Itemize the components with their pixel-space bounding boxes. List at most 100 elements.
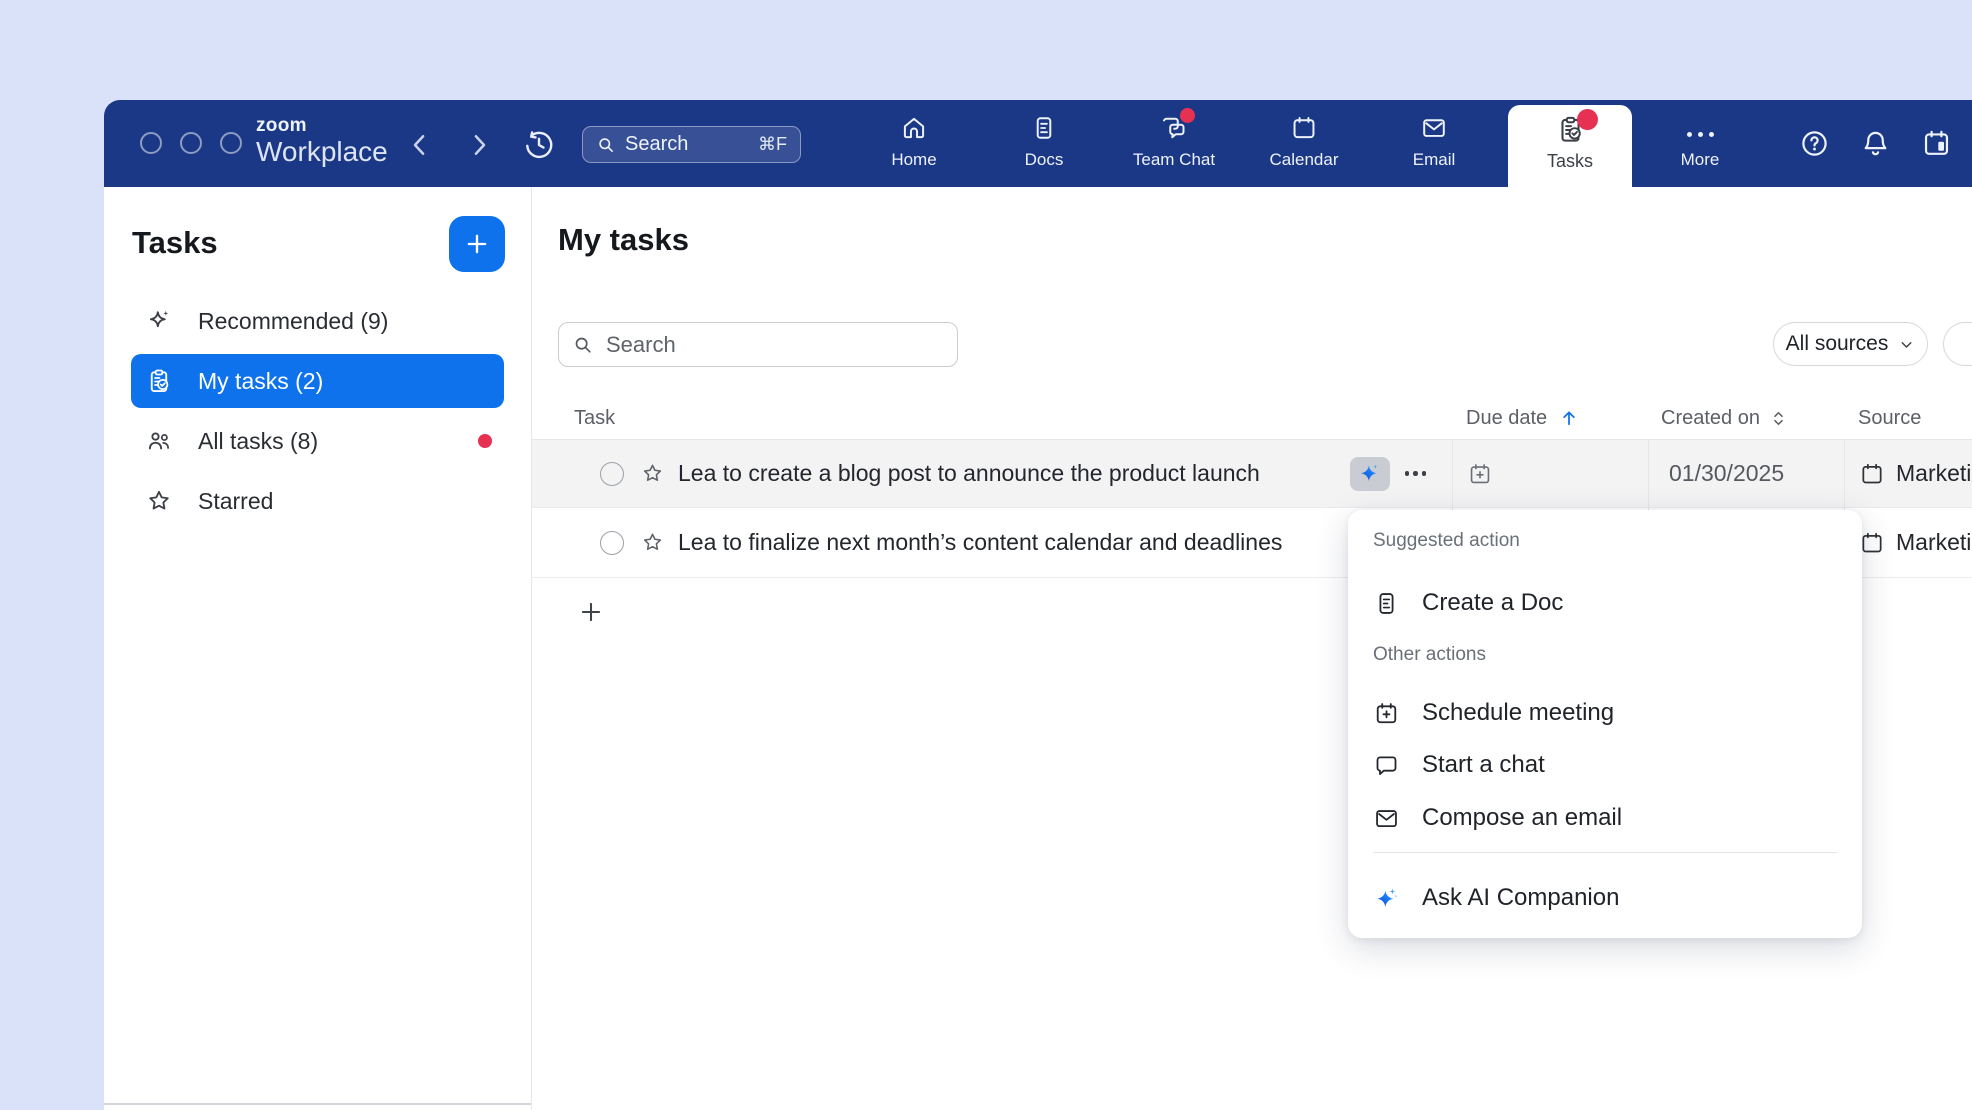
created-on-cell: 01/30/2025 [1648,440,1844,507]
ai-companion-button[interactable] [1350,457,1390,491]
menu-item-start-chat[interactable]: Start a chat [1348,742,1862,788]
ai-companion-icon [1357,461,1382,486]
top-bar: zoom Workplace Search ⌘F Home [104,100,1972,187]
sidebar-item-recommended[interactable]: Recommended (9) [131,294,504,348]
envelope-icon [1373,805,1400,832]
search-shortcut: ⌘F [758,134,787,155]
nav-docs-label: Docs [1025,150,1064,170]
column-header-due-date[interactable]: Due date [1452,397,1648,439]
tasks-badge [1577,109,1598,130]
menu-item-schedule-meeting[interactable]: Schedule meeting [1348,690,1862,736]
table-header: Task Due date Created on Source [532,397,1972,440]
window-control-minimize[interactable] [180,132,202,154]
window-controls[interactable] [140,132,242,154]
source-label: Marketing [1896,460,1972,487]
star-toggle[interactable] [640,530,665,555]
sidebar-item-label: Recommended (9) [198,308,388,335]
notifications-button[interactable] [1860,128,1891,159]
nav-more[interactable]: More [1655,112,1745,178]
menu-item-label: Create a Doc [1422,589,1563,617]
row-more-button[interactable] [1405,471,1427,476]
tasks-sidebar: Tasks Recommended (9) My tasks (2) All t… [104,187,531,1110]
calendar-panel-icon [1921,128,1952,159]
sparkle-icon [145,307,173,335]
calendar-source-icon [1859,530,1885,556]
source-cell: Marketing [1844,440,1972,507]
column-header-source[interactable]: Source [1844,397,1972,439]
task-title[interactable]: Lea to create a blog post to announce th… [678,460,1260,487]
task-search-input[interactable] [604,331,924,359]
menu-item-label: Schedule meeting [1422,699,1614,727]
sidebar-item-label: My tasks (2) [198,368,323,395]
sidebar-item-my-tasks[interactable]: My tasks (2) [131,354,504,408]
nav-home[interactable]: Home [849,112,979,178]
all-tasks-badge [478,434,492,448]
task-title[interactable]: Lea to finalize next month’s content cal… [678,529,1282,556]
chevron-left-icon [405,130,435,160]
sources-filter-label: All sources [1786,332,1889,356]
brand-text: zoom [256,116,388,135]
people-icon [145,427,173,455]
sidebar-item-all-tasks[interactable]: All tasks (8) [131,414,504,468]
menu-item-create-doc[interactable]: Create a Doc [1348,580,1862,626]
nav-team-chat-label: Team Chat [1133,150,1215,170]
search-icon [596,135,616,155]
menu-divider [1373,852,1837,853]
history-icon [523,129,555,161]
star-icon [640,530,665,555]
window-control-expand[interactable] [220,132,242,154]
calendar-icon [1290,114,1318,142]
column-header-task[interactable]: Task [532,397,1452,439]
add-task-inline-button[interactable] [578,599,604,625]
set-due-date-icon[interactable] [1467,461,1493,487]
team-chat-badge [1180,108,1195,123]
menu-item-compose-email[interactable]: Compose an email [1348,795,1862,841]
sidebar-item-label: All tasks (8) [198,428,318,455]
nav-docs[interactable]: Docs [979,112,1109,178]
column-header-created-on[interactable]: Created on [1648,397,1844,439]
ai-companion-icon [1373,885,1400,912]
due-date-cell[interactable] [1452,440,1648,507]
star-toggle[interactable] [640,461,665,486]
nav-home-label: Home [891,150,936,170]
help-button[interactable] [1799,128,1830,159]
zoom-workplace-logo: zoom Workplace [256,116,388,166]
sidebar-item-label: Starred [198,488,273,515]
nav-calendar[interactable]: Calendar [1239,112,1369,178]
source-label: Marketing [1896,529,1972,556]
source-cell: Marketing [1844,508,1972,577]
global-search[interactable]: Search ⌘F [582,126,801,163]
menu-section-label: Other actions [1373,644,1486,666]
tab-tasks[interactable]: Tasks [1508,105,1632,187]
menu-item-ask-ai-companion[interactable]: Ask AI Companion [1348,875,1862,921]
doc-icon [1373,590,1400,617]
home-icon [900,114,928,142]
history-button[interactable] [523,129,555,161]
menu-item-label: Ask AI Companion [1422,884,1619,912]
nav-team-chat[interactable]: Team Chat [1109,112,1239,178]
menu-item-label: Start a chat [1422,751,1545,779]
sidebar-item-starred[interactable]: Starred [131,474,504,528]
task-complete-radio[interactable] [600,531,624,555]
more-dots-icon [1687,124,1714,144]
nav-email[interactable]: Email [1369,112,1499,178]
docs-icon [1030,114,1058,142]
task-row[interactable]: Lea to create a blog post to announce th… [532,440,1972,508]
clipboard-check-icon [145,367,173,395]
calendar-plus-icon [1373,700,1400,727]
sort-ascending-icon[interactable] [1559,408,1579,428]
email-icon [1420,114,1448,142]
chevron-down-icon [1898,336,1915,353]
task-search[interactable] [558,322,958,367]
calendar-panel-button[interactable] [1921,128,1952,159]
calendar-source-icon [1859,461,1885,487]
back-button[interactable] [405,130,435,160]
sources-filter[interactable]: All sources [1773,322,1928,366]
add-task-button[interactable] [449,216,505,272]
filter-button-partial[interactable] [1943,322,1972,366]
forward-button[interactable] [464,130,494,160]
sort-both-icon[interactable] [1769,409,1788,428]
task-complete-radio[interactable] [600,462,624,486]
window-control-close[interactable] [140,132,162,154]
nav-more-label: More [1681,150,1720,170]
